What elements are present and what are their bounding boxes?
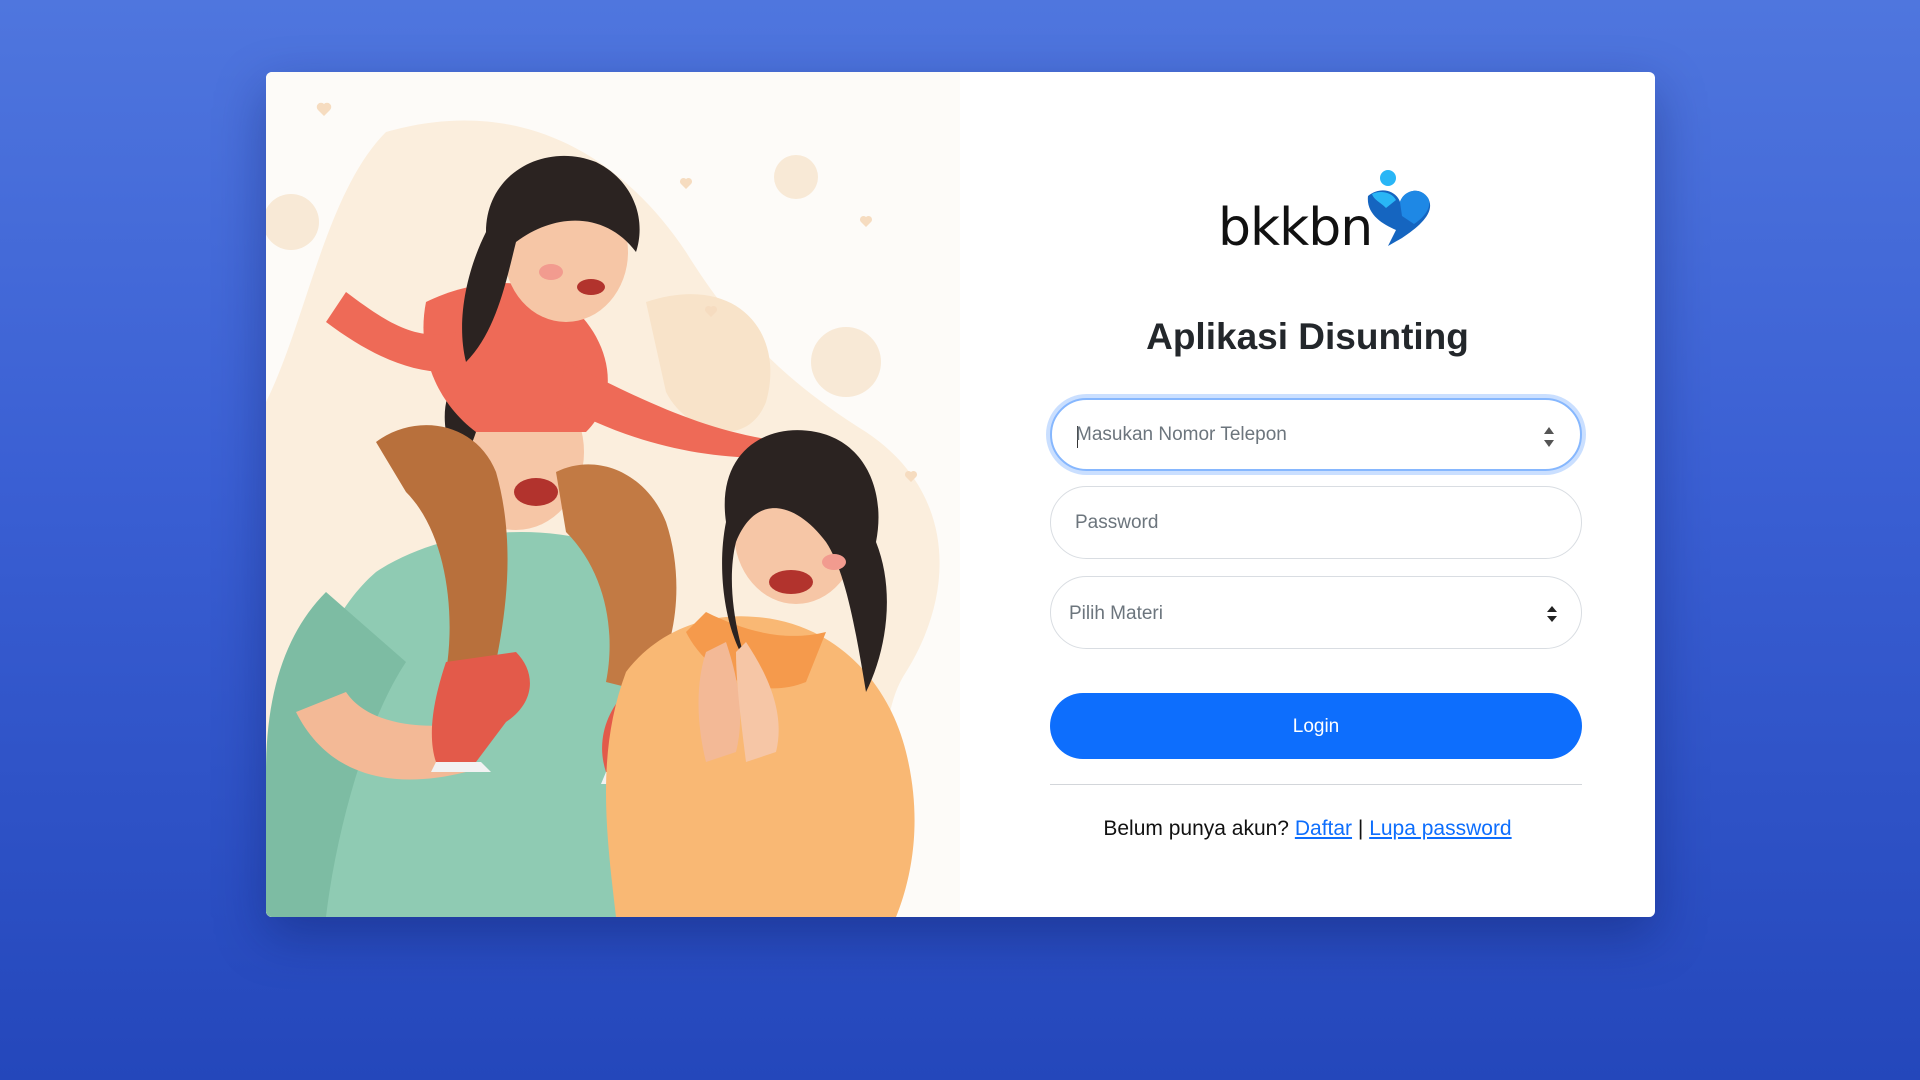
forgot-password-link[interactable]: Lupa password: [1369, 817, 1511, 840]
link-separator: |: [1357, 817, 1364, 840]
select-arrows-icon: [1547, 606, 1557, 622]
phone-number-field[interactable]: [1050, 398, 1582, 471]
app-title: Aplikasi Disunting: [1146, 316, 1469, 357]
family-illustration-image: [266, 102, 940, 917]
logo-wordmark: bkkbn: [1218, 198, 1373, 258]
logo-mark-icon: [1367, 170, 1431, 246]
form-divider: [1050, 784, 1582, 785]
account-links: Belum punya akun? Daftar | Lupa password: [960, 817, 1655, 841]
family-illustration: [266, 72, 960, 917]
number-spinner-icon[interactable]: [1542, 424, 1556, 450]
phone-number-input[interactable]: [1076, 400, 1516, 469]
login-form-panel: bkkbn Aplikasi Disunting Pilih Materi: [960, 72, 1655, 917]
materi-select[interactable]: Pilih Materi: [1050, 576, 1582, 649]
register-link[interactable]: Daftar: [1295, 817, 1352, 840]
password-input[interactable]: [1075, 487, 1515, 558]
login-card: bkkbn Aplikasi Disunting Pilih Materi: [266, 72, 1655, 917]
no-account-prompt: Belum punya akun?: [1103, 817, 1289, 840]
login-button[interactable]: Login: [1050, 693, 1582, 759]
bkkbn-logo: bkkbn: [1218, 168, 1438, 260]
materi-select-value: Pilih Materi: [1069, 603, 1163, 624]
password-field[interactable]: [1050, 486, 1582, 559]
